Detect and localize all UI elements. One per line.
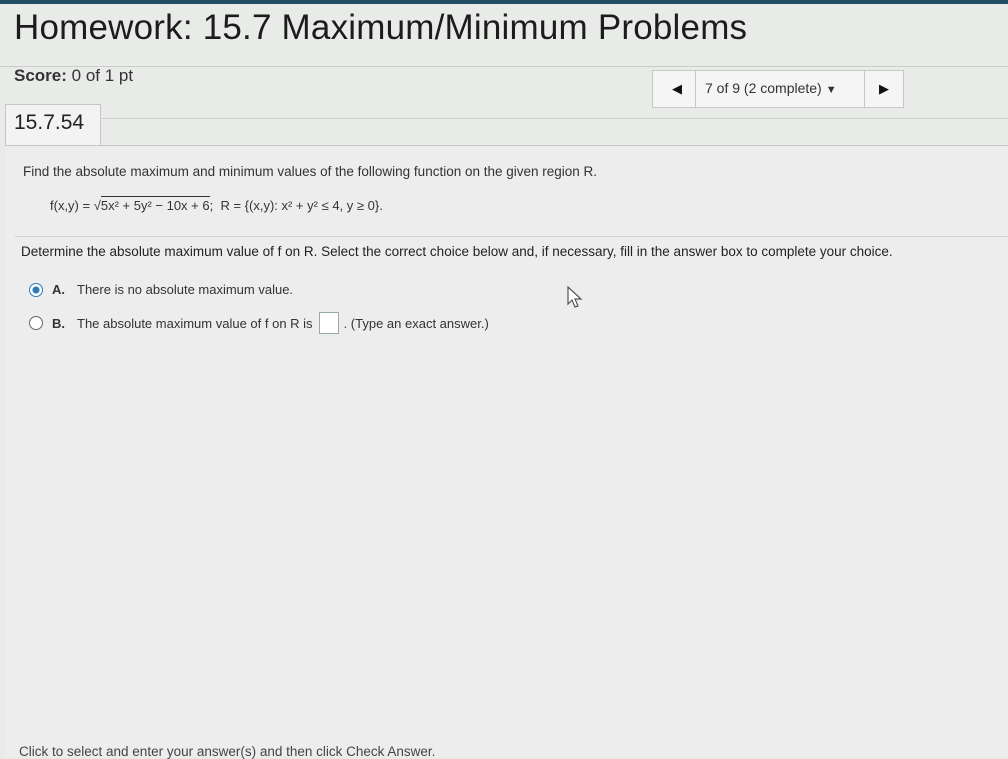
choice-b-text-after: . (Type an exact answer.) [343, 315, 489, 331]
dropdown-caret-icon: ▼ [825, 84, 837, 96]
question-instruction: Determine the absolute maximum value of … [21, 244, 893, 259]
radio-selected-icon[interactable] [29, 282, 43, 297]
triangle-right-icon: ▶ [879, 81, 889, 96]
score-value: 0 of 1 pt [71, 66, 134, 85]
question-tab-rule [100, 118, 1008, 119]
section-divider [15, 236, 1008, 237]
choice-a[interactable]: A. There is no absolute maximum value. [29, 282, 293, 297]
question-panel: Find the absolute maximum and minimum va… [5, 145, 1008, 759]
choice-b-text-before: The absolute maximum value of f on R is [77, 315, 313, 331]
choice-b-letter: B. [52, 315, 65, 331]
mouse-pointer-icon [567, 286, 583, 308]
previous-question-button[interactable]: ◀ [659, 71, 696, 107]
answer-input-box[interactable] [318, 312, 339, 334]
score-display: Score: 0 of 1 pt [14, 66, 133, 86]
function-formula: f(x,y) = √5x² + 5y² − 10x + 6; R = {(x,y… [50, 196, 383, 213]
question-prompt: Find the absolute maximum and minimum va… [23, 164, 598, 179]
radio-unselected-icon[interactable] [29, 316, 43, 330]
footer-hint: Click to select and enter your answer(s)… [19, 744, 436, 759]
question-status-text: 7 of 9 (2 complete) [705, 80, 822, 96]
question-number-tab: 15.7.54 [5, 104, 101, 146]
triangle-left-icon: ◀ [672, 81, 682, 96]
homework-title: Homework: 15.7 Maximum/Minimum Problems [14, 8, 748, 47]
formula-region: R = {(x,y): x² + y² ≤ 4, y ≥ 0}. [220, 198, 383, 213]
choice-a-letter: A. [52, 282, 65, 297]
formula-radicand: 5x² + 5y² − 10x + 6 [100, 196, 210, 213]
top-accent-rule [0, 0, 1008, 4]
question-status-dropdown[interactable]: 7 of 9 (2 complete) ▼ [705, 80, 837, 96]
title-divider [0, 66, 1008, 67]
score-label: Score: [14, 66, 67, 85]
sqrt-icon: √ [93, 198, 101, 213]
choice-a-text: There is no absolute maximum value. [77, 282, 294, 297]
next-question-button[interactable]: ▶ [864, 71, 903, 107]
choice-b[interactable]: B. The absolute maximum value of f on R … [29, 312, 489, 334]
formula-lhs: f(x,y) = [50, 198, 94, 213]
question-navigator: ◀ 7 of 9 (2 complete) ▼ ▶ [652, 70, 904, 108]
